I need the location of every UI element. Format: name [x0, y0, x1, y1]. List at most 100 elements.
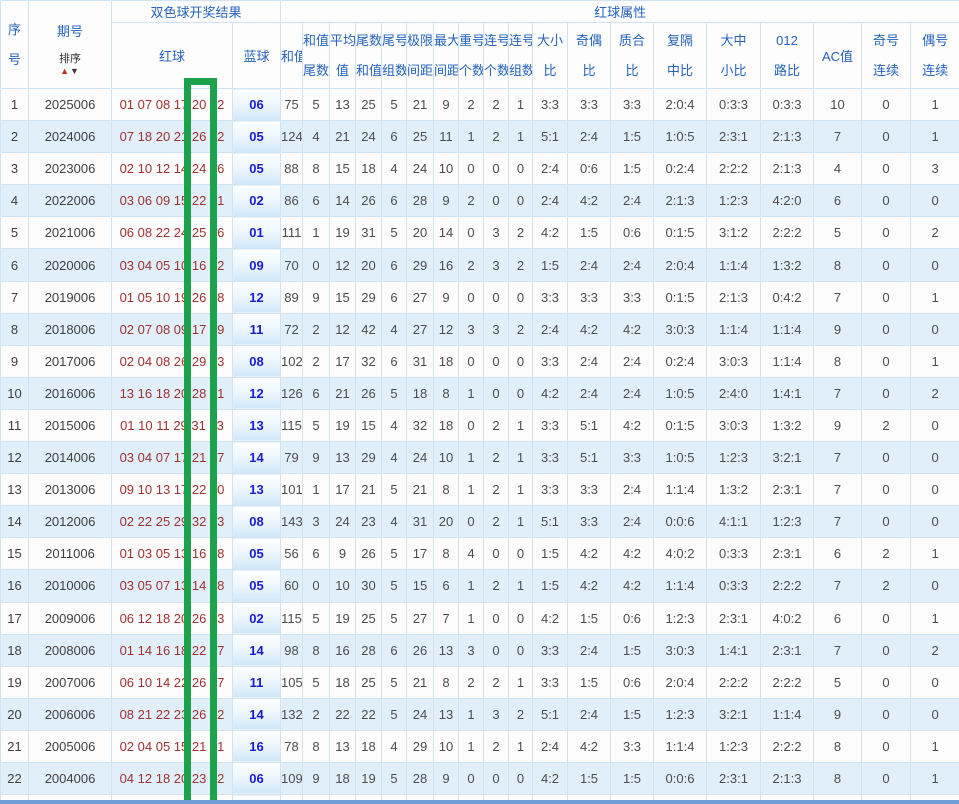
attr-cell: 2 — [910, 376, 959, 410]
attr-cell: 8 — [813, 344, 863, 378]
attr-cell: 9 — [433, 280, 460, 314]
blue-ball-cell: 11 — [231, 665, 282, 699]
serial-cell: 1 — [0, 87, 29, 122]
attr-cell: 0 — [508, 376, 534, 410]
attr-cell: 17 — [329, 344, 357, 378]
attr-cell: 0 — [861, 729, 912, 763]
attr-cell: 0 — [861, 601, 912, 635]
attr-cell: 13 — [433, 697, 460, 731]
attr-cell: 2 — [508, 248, 534, 282]
attr-cell: 21 — [355, 473, 383, 507]
attr-cell: 2:1:3 — [653, 184, 708, 218]
column-header-serial: 序 号 — [0, 0, 29, 89]
attr-cell: 18 — [329, 665, 357, 699]
attr-cell: 0 — [910, 184, 959, 218]
attr-cell: 28 — [406, 184, 435, 218]
attr-cell: 3:3 — [610, 87, 655, 122]
attr-cell: 2:4 — [610, 248, 655, 282]
column-header-max-span: 最大 间距 — [433, 22, 460, 89]
attr-cell: 26 — [355, 184, 383, 218]
attr-cell: 0 — [508, 280, 534, 314]
attr-cell: 9 — [433, 761, 460, 796]
attr-cell: 31 — [355, 216, 383, 250]
serial-cell: 10 — [0, 376, 29, 410]
attr-cell: 3:3 — [532, 441, 569, 475]
attr-cell: 2 — [483, 505, 510, 539]
attr-cell: 2:2:2 — [760, 216, 815, 250]
attr-cell: 4:2 — [610, 569, 655, 603]
red-balls-cell: 06 08 22 24 25 26 — [111, 216, 233, 250]
attr-cell: 0:6 — [610, 665, 655, 699]
attr-cell: 1:5 — [610, 633, 655, 667]
attr-cell: 14 — [329, 184, 357, 218]
attr-cell: 3 — [458, 633, 485, 667]
attr-cell: 9 — [813, 697, 863, 731]
blue-ball-cell: 14 — [231, 697, 282, 731]
red-balls-cell: 06 12 18 20 26 33 — [111, 601, 233, 635]
serial-cell: 12 — [0, 441, 29, 475]
attr-cell: 0:6 — [567, 152, 612, 186]
attr-cell: 88 — [280, 152, 304, 186]
attr-cell: 7 — [813, 505, 863, 539]
attr-cell: 4:2 — [532, 376, 569, 410]
attr-cell: 6 — [813, 537, 863, 571]
attr-cell: 1:1:4 — [653, 729, 708, 763]
attr-cell: 7 — [433, 601, 460, 635]
attr-cell: 1:0:5 — [653, 441, 708, 475]
attr-cell: 1:5 — [610, 152, 655, 186]
attr-cell: 1:4:1 — [760, 376, 815, 410]
attr-cell: 18 — [433, 344, 460, 378]
sort-control[interactable]: 排序 ▲▼ — [30, 53, 111, 76]
red-balls-cell: 07 18 20 21 26 32 — [111, 120, 233, 154]
period-cell: 2021006 — [28, 216, 112, 250]
sort-asc-icon[interactable]: ▲ — [60, 66, 70, 76]
attr-cell: 2:1:3 — [706, 280, 762, 314]
header-group-row: 序 号 期号 排序 ▲▼ 双色球开奖结果 红球属性 — [0, 0, 959, 89]
attr-cell: 4:2 — [532, 601, 569, 635]
attr-cell: 0 — [508, 152, 534, 186]
attr-cell: 115 — [280, 408, 304, 443]
attr-cell: 12 — [433, 312, 460, 346]
red-balls-cell: 01 05 10 19 26 28 — [111, 280, 233, 314]
attr-cell: 0 — [861, 441, 912, 475]
attr-cell: 3 — [483, 312, 510, 346]
attr-cell: 0 — [861, 120, 912, 154]
attr-cell: 4:2 — [567, 184, 612, 218]
attr-cell: 1:1:4 — [760, 697, 815, 731]
attr-cell: 12 — [329, 312, 357, 346]
attr-cell: 1 — [508, 505, 534, 539]
sort-desc-icon[interactable]: ▼ — [70, 66, 80, 76]
lottery-stats-screen: 序 号 期号 排序 ▲▼ 双色球开奖结果 红球属性 红球 蓝球 和值 和值尾数 — [0, 0, 959, 804]
attr-cell: 2 — [302, 697, 331, 731]
attr-cell: 15 — [355, 408, 383, 443]
attr-cell: 6 — [381, 184, 408, 218]
blue-ball-cell: 09 — [231, 248, 282, 282]
attr-cell: 10 — [433, 441, 460, 475]
attr-cell: 1:2:3 — [760, 505, 815, 539]
column-header-consecutive-groups: 连号 组数 — [508, 22, 534, 89]
attr-cell: 14 — [433, 216, 460, 250]
table-row: 17 2009006 06 12 18 20 26 33 02 115 5 19… — [0, 601, 959, 635]
attr-cell: 2 — [483, 87, 510, 122]
attr-cell: 0 — [302, 248, 331, 282]
attr-cell: 4:2 — [532, 216, 569, 250]
attr-cell: 3:3 — [610, 280, 655, 314]
period-cell: 2024006 — [28, 120, 112, 154]
period-cell: 2022006 — [28, 184, 112, 218]
blue-ball-cell: 08 — [231, 505, 282, 539]
attr-cell: 0:6 — [610, 216, 655, 250]
attr-cell: 2 — [483, 729, 510, 763]
attr-cell: 6 — [381, 120, 408, 154]
attr-cell: 2:4 — [610, 344, 655, 378]
attr-cell: 2:3:1 — [760, 537, 815, 571]
attr-cell: 2:4 — [567, 248, 612, 282]
attr-cell: 21 — [329, 376, 357, 410]
attr-cell: 3:3 — [532, 408, 569, 443]
table-row: 18 2008006 01 14 16 18 22 27 14 98 8 16 … — [0, 633, 959, 667]
attr-cell: 4 — [381, 408, 408, 443]
attr-cell: 4 — [381, 152, 408, 186]
table-row: 13 2013006 09 10 13 17 22 30 13 101 1 17… — [0, 473, 959, 507]
sort-arrows[interactable]: ▲▼ — [30, 66, 111, 76]
attr-cell: 0 — [861, 152, 912, 186]
blue-ball-cell: 02 — [231, 601, 282, 635]
